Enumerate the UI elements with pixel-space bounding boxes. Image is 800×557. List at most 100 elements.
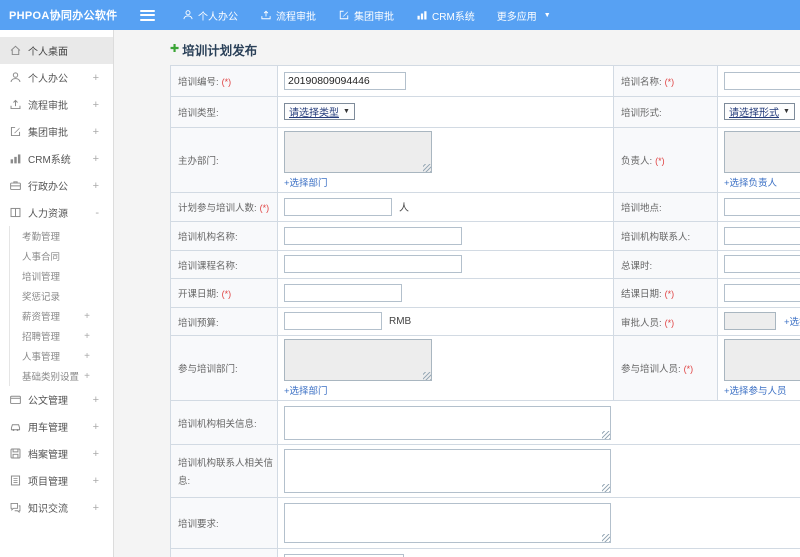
sidebar-item-admin-office[interactable]: 行政办公 + bbox=[0, 172, 113, 199]
field-label: 培训预算: bbox=[178, 317, 219, 329]
sidebar-subitem-personnel[interactable]: 人事管理 + bbox=[10, 346, 113, 366]
org-related-info-textarea[interactable] bbox=[284, 405, 611, 440]
form-row: 主办部门: +选择部门 负责人: (*) +选择负责人 bbox=[170, 127, 800, 193]
nav-group-approval[interactable]: 集团审批 bbox=[338, 8, 394, 23]
course-name-label-cell: 培训课程名称: bbox=[170, 250, 278, 279]
field-label: 总课时: bbox=[621, 260, 653, 272]
attachment-field-cell: +附件上传 bbox=[277, 548, 800, 557]
expand-icon[interactable]: + bbox=[93, 421, 99, 433]
required-mark: (*) bbox=[221, 289, 232, 299]
training-org-contact-input[interactable] bbox=[724, 226, 800, 245]
sidebar-subitem-attendance[interactable]: 考勤管理 bbox=[10, 226, 113, 246]
course-name-input[interactable] bbox=[284, 255, 462, 274]
planned-participants-input[interactable] bbox=[284, 197, 392, 216]
sidebar-subitem-label: 基础类别设置 bbox=[22, 372, 80, 383]
sidebar-item-workflow-approval[interactable]: 流程审批 + bbox=[0, 91, 113, 118]
field-label: 计划参与培训人数: bbox=[178, 203, 257, 214]
sidebar-item-label: 知识交流 bbox=[28, 504, 68, 515]
sidebar-item-project[interactable]: 项目管理 + bbox=[0, 467, 113, 494]
sidebar-subitem-base-category[interactable]: 基础类别设置 + bbox=[10, 366, 113, 386]
training-type-select[interactable]: 请选择类型 ▼ bbox=[284, 103, 355, 120]
sidebar-subitem-label: 考勤管理 bbox=[22, 232, 61, 243]
training-number-input[interactable] bbox=[284, 71, 406, 90]
sidebar-item-label: 项目管理 bbox=[28, 477, 68, 488]
sidebar-item-document[interactable]: 公文管理 + bbox=[0, 386, 113, 413]
leader-link[interactable]: +选择负责人 bbox=[724, 175, 800, 189]
expand-icon[interactable]: + bbox=[84, 371, 90, 382]
sidebar-subitem-label: 奖惩记录 bbox=[22, 292, 61, 303]
training-location-input[interactable] bbox=[724, 197, 800, 216]
end-date-input[interactable] bbox=[724, 283, 800, 302]
expand-icon[interactable]: - bbox=[95, 207, 99, 219]
doc-icon bbox=[9, 393, 22, 406]
org-contact-related-info-textarea[interactable] bbox=[284, 449, 611, 493]
sidebar-item-personal-office[interactable]: 个人办公 + bbox=[0, 64, 113, 91]
training-name-input[interactable] bbox=[724, 71, 800, 90]
form-row: 计划参与培训人数: (*) 人 培训地点: bbox=[170, 192, 800, 222]
expand-icon[interactable]: + bbox=[93, 126, 99, 138]
host-department-field-cell: +选择部门 bbox=[277, 127, 614, 193]
nav-more-apps[interactable]: 更多应用 ▼ bbox=[497, 8, 551, 23]
approver-link[interactable]: +选择审批人员 bbox=[784, 317, 800, 328]
sidebar-item-archive[interactable]: 档案管理 + bbox=[0, 440, 113, 467]
participating-people-textarea[interactable] bbox=[724, 339, 800, 381]
field-label: 培训机构联系人相关信息: bbox=[178, 458, 274, 487]
training-org-contact-field-cell bbox=[717, 221, 800, 251]
nav-personal-office[interactable]: 个人办公 bbox=[182, 8, 238, 23]
sidebar-subitem-label: 薪资管理 bbox=[22, 312, 61, 323]
hamburger-menu-icon[interactable] bbox=[140, 9, 155, 21]
leader-field-cell: +选择负责人 bbox=[717, 127, 800, 193]
approver-field-cell: +选择审批人员 bbox=[717, 307, 800, 336]
form-row-full: 培训要求: bbox=[170, 497, 800, 549]
host-department-textarea[interactable] bbox=[284, 131, 432, 173]
expand-icon[interactable]: + bbox=[84, 311, 90, 322]
participating-departments-textarea[interactable] bbox=[284, 339, 432, 381]
expand-icon[interactable]: + bbox=[93, 475, 99, 487]
sidebar-item-crm-system[interactable]: CRM系统 + bbox=[0, 145, 113, 172]
training-requirements-field-cell bbox=[277, 497, 800, 549]
host-department-link[interactable]: +选择部门 bbox=[284, 175, 613, 189]
planned-participants-label-cell: 计划参与培训人数: (*) bbox=[170, 192, 278, 222]
total-hours-field-cell bbox=[717, 250, 800, 279]
training-org-name-input[interactable] bbox=[284, 226, 462, 245]
start-date-input[interactable] bbox=[284, 283, 402, 302]
training-requirements-textarea[interactable] bbox=[284, 503, 611, 543]
nav-workflow-approval[interactable]: 流程审批 bbox=[260, 8, 316, 23]
participating-people-link[interactable]: +选择参与人员 bbox=[724, 383, 800, 397]
field-label: 培训课程名称: bbox=[178, 260, 238, 272]
nav-crm-system[interactable]: CRM系统 bbox=[416, 8, 475, 23]
sidebar-item-label: CRM系统 bbox=[28, 155, 71, 166]
expand-icon[interactable]: + bbox=[93, 99, 99, 111]
expand-icon[interactable]: + bbox=[93, 394, 99, 406]
training-form-select[interactable]: 请选择形式 ▼ bbox=[724, 103, 795, 120]
leader-textarea[interactable] bbox=[724, 131, 800, 173]
sidebar-subitem-recruitment[interactable]: 招聘管理 + bbox=[10, 326, 113, 346]
sidebar-item-knowledge[interactable]: 知识交流 + bbox=[0, 494, 113, 521]
participating-departments-link[interactable]: +选择部门 bbox=[284, 383, 613, 397]
approver-input[interactable] bbox=[724, 312, 776, 331]
total-hours-input[interactable] bbox=[724, 255, 800, 274]
sidebar-subitem-reward-punishment[interactable]: 奖惩记录 bbox=[10, 286, 113, 306]
field-label: 培训机构名称: bbox=[178, 232, 238, 243]
expand-icon[interactable]: + bbox=[93, 72, 99, 84]
expand-icon[interactable]: + bbox=[93, 448, 99, 460]
expand-icon[interactable]: + bbox=[93, 180, 99, 192]
end-date-field-cell bbox=[717, 278, 800, 308]
sidebar-subitem-hr-contract[interactable]: 人事合同 bbox=[10, 246, 113, 266]
unit-label: RMB bbox=[389, 315, 412, 327]
briefcase-icon bbox=[9, 179, 22, 192]
expand-icon[interactable]: + bbox=[93, 153, 99, 165]
sidebar-item-group-approval[interactable]: 集团审批 + bbox=[0, 118, 113, 145]
budget-input[interactable] bbox=[284, 312, 382, 331]
sidebar-subitem-salary[interactable]: 薪资管理 + bbox=[10, 306, 113, 326]
sidebar-item-personal-desktop[interactable]: 个人桌面 bbox=[0, 37, 113, 64]
sidebar: 个人桌面 个人办公 + 流程审批 + 集团审批 + CRM系统 + 行政办公 + 人力资源 - 考勤管理人… bbox=[0, 30, 114, 557]
select-value: 请选择类型 bbox=[289, 108, 339, 119]
sidebar-subitem-label: 培训管理 bbox=[22, 272, 61, 283]
sidebar-subitem-training[interactable]: 培训管理 bbox=[10, 266, 113, 286]
expand-icon[interactable]: + bbox=[84, 331, 90, 342]
expand-icon[interactable]: + bbox=[84, 351, 90, 362]
expand-icon[interactable]: + bbox=[93, 502, 99, 514]
sidebar-item-hr[interactable]: 人力资源 - bbox=[0, 199, 113, 226]
sidebar-item-vehicle[interactable]: 用车管理 + bbox=[0, 413, 113, 440]
